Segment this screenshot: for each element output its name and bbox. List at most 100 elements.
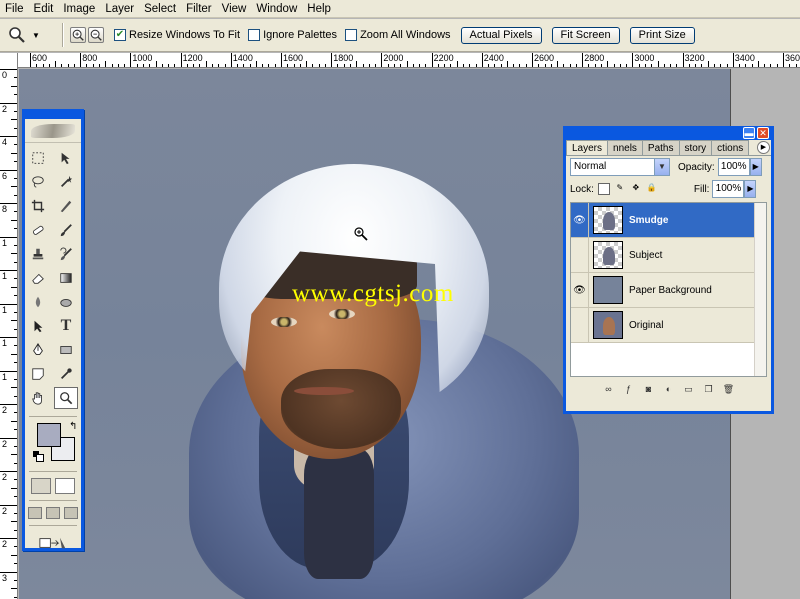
layer-row[interactable]: 👁 Paper Background	[571, 272, 766, 308]
print-size-button[interactable]: Print Size	[629, 26, 695, 44]
layer-mask-icon[interactable]: ◙	[642, 382, 656, 396]
blend-mode-select[interactable]: Normal ▼	[570, 158, 670, 176]
ruler-tick	[180, 53, 182, 67]
menu-window[interactable]: Window	[251, 0, 302, 18]
ruler-tick	[80, 53, 82, 67]
tools-panel-header[interactable]	[25, 119, 81, 143]
tab-layers[interactable]: Layers	[566, 140, 609, 155]
ruler-minor-tick	[11, 85, 17, 87]
tool-preset-picker[interactable]: ▼	[8, 23, 56, 47]
clone-stamp-icon[interactable]	[26, 243, 50, 265]
screen-mode-standard-button[interactable]	[28, 507, 42, 519]
ignore-palettes-checkbox[interactable]: Ignore Palettes	[248, 29, 337, 41]
menu-image[interactable]: Image	[58, 0, 100, 18]
zoom-in-button[interactable]	[70, 27, 86, 43]
new-layer-icon[interactable]: ❐	[702, 382, 716, 396]
foreground-color-swatch[interactable]	[37, 423, 61, 447]
tab-history[interactable]: story	[678, 140, 713, 155]
menu-file[interactable]: File	[0, 0, 29, 18]
dodge-tool-icon[interactable]	[54, 291, 78, 313]
layer-style-icon[interactable]: ƒ	[622, 382, 636, 396]
ruler-minor-tick	[99, 64, 101, 67]
gradient-tool-icon[interactable]	[54, 267, 78, 289]
slice-tool-icon[interactable]	[54, 195, 78, 217]
zoom-out-button[interactable]	[88, 27, 104, 43]
zoom-tool-button[interactable]	[54, 387, 78, 409]
type-tool-icon[interactable]: T	[54, 315, 78, 337]
magic-wand-icon[interactable]	[54, 171, 78, 193]
trash-icon[interactable]: 🗑	[722, 382, 736, 396]
opacity-field[interactable]: 100%	[717, 158, 750, 176]
layer-row[interactable]: Subject	[571, 237, 766, 273]
hand-tool-icon[interactable]	[26, 387, 50, 409]
lasso-tool-icon[interactable]	[26, 171, 50, 193]
standard-mode-button[interactable]	[31, 478, 51, 494]
path-selection-icon[interactable]	[26, 315, 50, 337]
ruler-minor-tick	[525, 64, 527, 67]
zoom-all-windows-checkbox[interactable]: Zoom All Windows	[345, 29, 451, 41]
panel-menu-icon[interactable]: ▶	[757, 141, 770, 154]
jump-to-imageready-icon[interactable]	[33, 532, 73, 554]
ruler-minor-tick	[11, 119, 17, 121]
tools-separator-2	[29, 471, 77, 472]
tab-channels[interactable]: nnels	[607, 140, 643, 155]
visibility-toggle[interactable]	[571, 237, 589, 273]
screen-mode-full-menu-button[interactable]	[46, 507, 60, 519]
lock-all-icon[interactable]: 🔒	[646, 183, 658, 195]
menu-edit[interactable]: Edit	[29, 0, 59, 18]
marquee-tool-icon[interactable]	[26, 147, 50, 169]
eye-icon[interactable]: 👁	[571, 272, 589, 308]
resize-windows-checkbox[interactable]: ✔ Resize Windows To Fit	[114, 29, 240, 41]
opacity-slider-button[interactable]: ▶	[749, 158, 762, 176]
eyedropper-tool-icon[interactable]	[54, 363, 78, 385]
crop-tool-icon[interactable]	[26, 195, 50, 217]
ruler-vertical[interactable]: 0 2 4 6 8 1 1 1 1 1 2 2 2 2 2 3	[0, 53, 18, 599]
fill-field[interactable]: 100%	[712, 180, 745, 198]
move-tool-icon[interactable]	[54, 147, 78, 169]
ruler-minor-tick	[199, 64, 201, 67]
ruler-minor-tick	[387, 64, 389, 67]
notes-tool-icon[interactable]	[26, 363, 50, 385]
lock-transparency-icon[interactable]	[597, 183, 610, 195]
tab-actions[interactable]: ctions	[711, 140, 750, 155]
minimize-panel-button[interactable]: ▬	[743, 127, 755, 139]
lock-image-icon[interactable]: ✎	[614, 183, 626, 195]
eraser-tool-icon[interactable]	[26, 267, 50, 289]
menu-view[interactable]: View	[217, 0, 252, 18]
ruler-minor-tick	[701, 64, 703, 67]
fill-slider-button[interactable]: ▶	[744, 180, 757, 198]
brush-tool-icon[interactable]	[54, 219, 78, 241]
lock-position-icon[interactable]: ✥	[630, 183, 642, 195]
menu-select[interactable]: Select	[139, 0, 181, 18]
actual-pixels-button[interactable]: Actual Pixels	[460, 26, 542, 44]
eye-icon[interactable]: 👁	[571, 203, 589, 238]
screen-mode-full-button[interactable]	[64, 507, 78, 519]
color-swatches: ↰	[31, 421, 77, 467]
link-layers-icon[interactable]: ∞	[602, 382, 616, 396]
menu-layer[interactable]: Layer	[100, 0, 139, 18]
tab-paths[interactable]: Paths	[641, 140, 680, 155]
menu-filter[interactable]: Filter	[181, 0, 217, 18]
ruler-horizontal[interactable]: 600 800 1000 1200 1400 1600 1800 2000 2200 2400 26…	[18, 53, 800, 68]
rectangle-tool-icon[interactable]	[54, 339, 78, 361]
blur-tool-icon[interactable]	[26, 291, 50, 313]
default-colors-icon[interactable]	[33, 451, 44, 462]
ruler-minor-tick	[707, 61, 709, 67]
ruler-minor-tick	[92, 64, 94, 67]
adjustment-layer-icon[interactable]: ◐	[662, 382, 676, 396]
fit-screen-button[interactable]: Fit Screen	[551, 26, 620, 44]
layer-row[interactable]: Original	[571, 307, 766, 343]
healing-brush-icon[interactable]	[26, 219, 50, 241]
visibility-toggle[interactable]	[571, 307, 589, 343]
swap-colors-icon[interactable]: ↰	[69, 421, 77, 432]
pen-tool-icon[interactable]	[26, 339, 50, 361]
layer-row[interactable]: 👁 Smudge	[571, 203, 766, 238]
quick-mask-button[interactable]	[55, 478, 75, 494]
layer-list-scrollbar[interactable]	[754, 203, 766, 376]
menu-help[interactable]: Help	[302, 0, 336, 18]
ruler-label: 600	[32, 53, 48, 63]
ruler-label: 1	[2, 271, 8, 281]
new-group-icon[interactable]: ▭	[682, 382, 696, 396]
history-brush-icon[interactable]	[54, 243, 78, 265]
close-panel-button[interactable]: ✕	[757, 127, 769, 139]
